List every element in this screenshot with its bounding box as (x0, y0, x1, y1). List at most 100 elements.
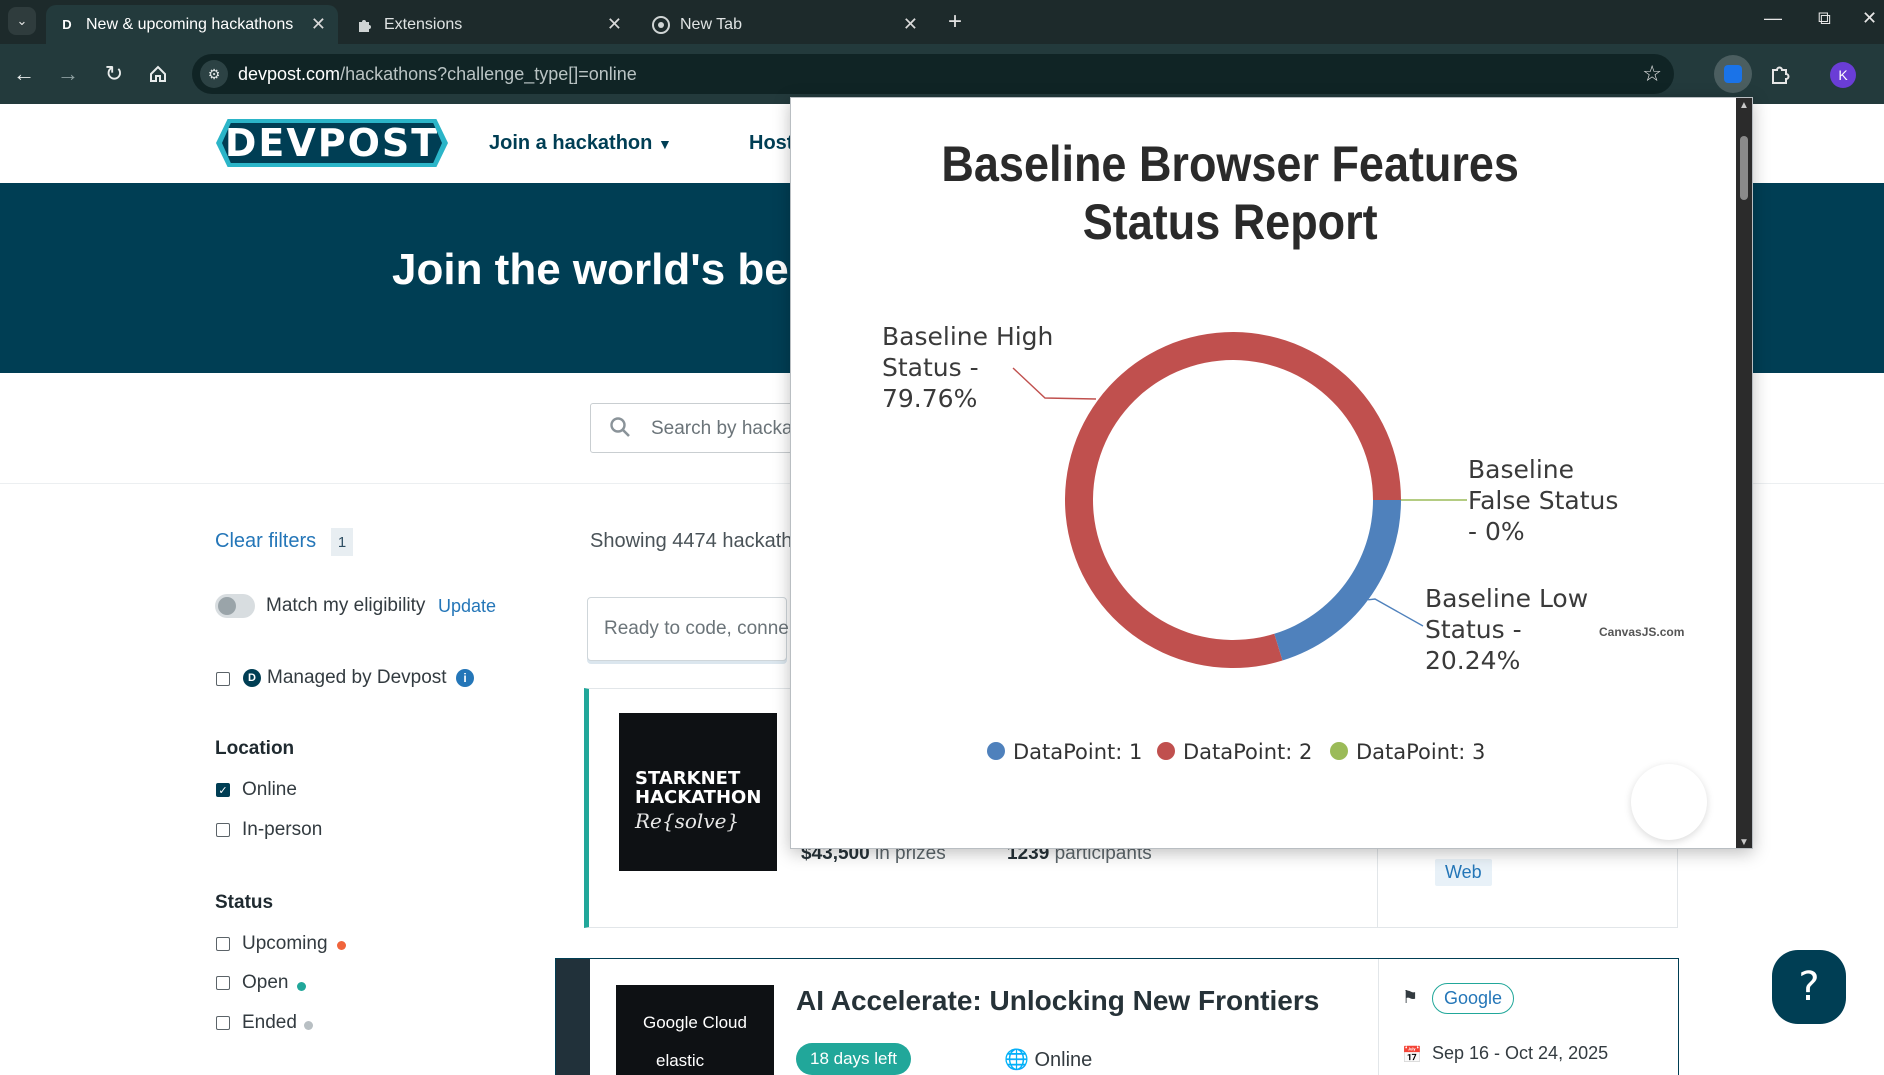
index-label-text: Status - (882, 353, 979, 382)
thumbnail-line-1: STARKNET (635, 768, 741, 789)
url-host: devpost.com (238, 64, 341, 84)
tab-devpost[interactable]: D New & upcoming hackathons · ✕ (46, 5, 338, 44)
chart-title-line: Baseline Browser Features (941, 137, 1519, 193)
theme-tag[interactable]: Web (1435, 859, 1492, 886)
ended-label: Ended (242, 1012, 297, 1033)
calendar-icon: 📅 (1402, 1047, 1422, 1064)
index-label-text: Status - (1425, 615, 1522, 644)
info-icon[interactable]: i (456, 669, 474, 687)
extensions-puzzle-icon[interactable] (1762, 56, 1798, 92)
ended-status-dot (304, 1021, 313, 1030)
site-settings-icon[interactable]: ⚙ (200, 60, 228, 88)
elastic-logo: elastic (656, 1051, 705, 1070)
ended-checkbox[interactable] (216, 1016, 230, 1030)
index-label-connector (1368, 598, 1424, 627)
days-left-badge: 18 days left (796, 1043, 911, 1075)
hero-title: Join the world's bes (392, 245, 814, 294)
ready-banner-text: Ready to code, conne (604, 618, 789, 639)
clear-filters-link[interactable]: Clear filters (215, 530, 316, 553)
new-tab-icon[interactable]: + (948, 8, 962, 36)
chevron-down-icon: ▼ (657, 136, 672, 152)
scroll-up-icon[interactable]: ▲ (1739, 100, 1749, 111)
forward-icon[interactable]: → (54, 60, 82, 88)
google-cloud-logo: Google Cloud (643, 1013, 747, 1032)
days-left-text: 18 days left (810, 1049, 897, 1068)
popup-scrollbar[interactable]: ▲ ▼ (1736, 98, 1752, 848)
tab-new-tab[interactable]: New Tab ✕ (640, 5, 930, 44)
home-icon[interactable] (144, 60, 172, 88)
upcoming-checkbox[interactable] (216, 937, 230, 951)
status-heading: Status (215, 892, 274, 913)
legend-label: DataPoint: 1 (1013, 740, 1142, 764)
hackathon-title[interactable]: AI Accelerate: Unlocking New Frontiers (796, 985, 1319, 1017)
browser-toolbar: ← → ↻ ⚙ devpost.com/hackathons?challenge… (0, 44, 1884, 104)
eligibility-update-link[interactable]: Update (438, 596, 496, 617)
location-text: Online (1034, 1049, 1093, 1071)
scroll-thumb[interactable] (1740, 136, 1748, 200)
minimize-icon[interactable]: — (1764, 8, 1782, 29)
index-label-text: Baseline Low (1425, 584, 1588, 613)
results-count-text: Showing 4474 hackath (590, 530, 793, 552)
floating-button[interactable] (1631, 764, 1707, 840)
tab-title: Extensions (384, 15, 463, 33)
globe-icon: 🌐 (1004, 1049, 1029, 1071)
restore-icon[interactable]: ⧉ (1818, 8, 1831, 29)
nav-join-label: Join a hackathon (489, 132, 653, 154)
ready-to-code-banner[interactable]: Ready to code, conne (587, 597, 789, 661)
search-icon (609, 416, 631, 444)
nav-join-hackathon[interactable]: Join a hackathon ▼ (489, 132, 672, 155)
open-checkbox[interactable] (216, 976, 230, 990)
nav-host[interactable]: Host (749, 132, 793, 155)
chevron-down-icon: ⌄ (16, 13, 28, 28)
open-status-dot (297, 982, 306, 991)
thumbnail-line-2: HACKATHON (635, 787, 762, 808)
tab-search-button[interactable]: ⌄ (8, 7, 36, 35)
flag-icon: ⚑ (1402, 987, 1419, 1007)
hackathon-thumbnail: Google Cloud elastic (616, 985, 774, 1075)
legend-label: DataPoint: 2 (1183, 740, 1312, 764)
legend-marker (1157, 742, 1175, 760)
filter-count-badge: 1 (331, 528, 353, 556)
close-window-icon[interactable]: ✕ (1862, 8, 1877, 29)
address-bar[interactable]: ⚙ devpost.com/hackathons?challenge_type[… (192, 54, 1674, 94)
thumbnail-subtitle: Re{solve} (635, 809, 740, 833)
online-checkbox[interactable]: ✓ (216, 783, 230, 797)
back-icon[interactable]: ← (10, 60, 38, 88)
tab-title: New & upcoming hackathons · (86, 15, 296, 33)
in-person-label: In-person (242, 819, 323, 840)
url-path: /hackathons?challenge_type[]=online (340, 64, 637, 84)
reload-icon[interactable]: ↻ (100, 60, 128, 88)
puzzle-icon (356, 16, 374, 34)
legend-marker (1330, 742, 1348, 760)
index-label-text: 20.24% (1425, 646, 1520, 675)
scroll-down-icon[interactable]: ▼ (1739, 837, 1749, 848)
close-icon[interactable]: ✕ (607, 14, 622, 35)
devpost-d-icon: D (243, 669, 261, 687)
close-icon[interactable]: ✕ (903, 14, 918, 35)
thumbnail-text: STARKNET HACKATHON (635, 769, 761, 807)
in-person-checkbox[interactable] (216, 823, 230, 837)
devpost-logo[interactable]: DEVPOST (222, 123, 442, 163)
managed-by-devpost-checkbox[interactable] (216, 672, 230, 686)
index-label-connector (1012, 367, 1097, 400)
managed-label: Managed by Devpost (267, 667, 447, 688)
help-button[interactable]: ? (1772, 950, 1846, 1024)
index-label-text: Baseline (1468, 455, 1574, 484)
tab-extensions[interactable]: Extensions ✕ (344, 5, 634, 44)
doughnut-slice (1274, 500, 1401, 661)
card-edge (556, 959, 590, 1075)
devpost-favicon-icon: D (62, 17, 72, 32)
card-divider (1378, 959, 1379, 1075)
bookmark-star-icon[interactable]: ☆ (1642, 61, 1662, 87)
index-label-text: False Status (1468, 486, 1618, 515)
hackathon-card-ai-accelerate[interactable]: Google Cloud elastic AI Accelerate: Unlo… (555, 958, 1679, 1075)
close-icon[interactable]: ✕ (311, 14, 326, 35)
chart-credit: CanvasJS.com (1599, 625, 1684, 639)
host-tag[interactable]: Google (1432, 983, 1515, 1014)
eligibility-toggle[interactable] (215, 594, 255, 618)
tab-strip: ⌄ D New & upcoming hackathons · ✕ Extens… (0, 0, 1884, 44)
legend-label: DataPoint: 3 (1356, 740, 1485, 764)
profile-avatar[interactable]: K (1830, 62, 1856, 88)
active-extension-icon[interactable] (1714, 55, 1752, 93)
hackathon-dates: Sep 16 - Oct 24, 2025 (1432, 1043, 1609, 1063)
